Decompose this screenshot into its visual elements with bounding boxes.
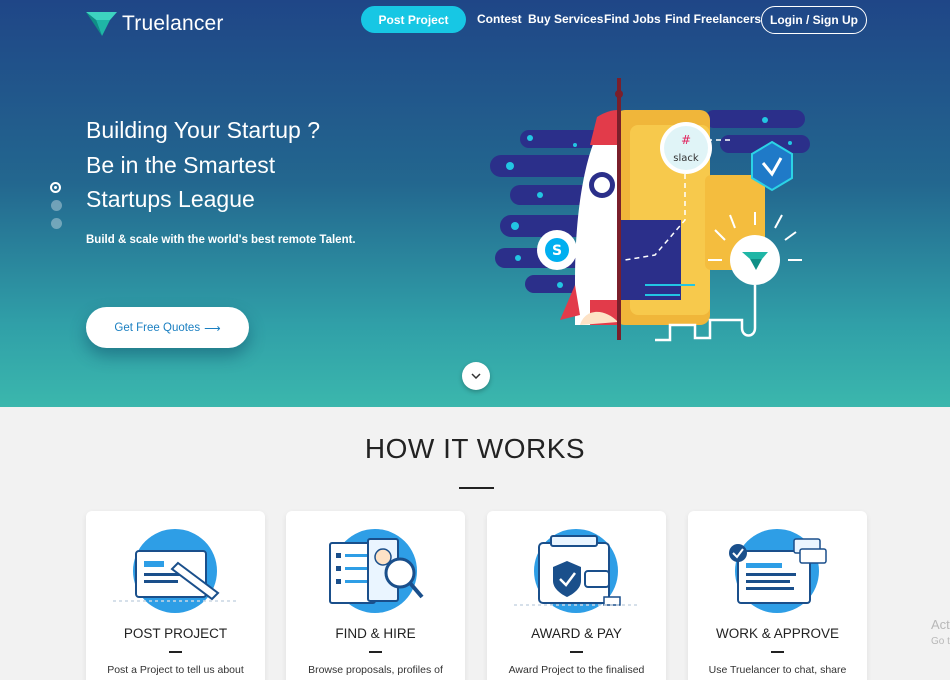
- step-description: Use Truelancer to chat, share: [708, 664, 847, 676]
- brand-logo[interactable]: Truelancer: [86, 11, 224, 37]
- how-it-works-heading: HOW IT WORKS: [364, 433, 586, 464]
- startup-rocket-illustration: # slack S: [490, 78, 810, 342]
- truelancer-logo-icon: [86, 12, 117, 36]
- step-divider: [771, 651, 784, 653]
- step-divider: [369, 651, 382, 653]
- hero-banner: Truelancer Post Project Contest Buy Serv…: [0, 0, 950, 407]
- slide-dot-2[interactable]: [51, 200, 62, 211]
- nav-link-find-freelancers[interactable]: Find Freelancers: [665, 12, 761, 26]
- watermark-line-2: Go t: [931, 636, 950, 647]
- top-navbar: Truelancer Post Project Contest Buy Serv…: [0, 0, 950, 40]
- step-divider: [169, 651, 182, 653]
- slack-label: slack: [673, 153, 699, 164]
- login-signup-button[interactable]: Login / Sign Up: [761, 6, 867, 34]
- award-pay-illustration-icon: [514, 529, 639, 613]
- post-project-button[interactable]: Post Project: [361, 6, 466, 33]
- nav-link-find-jobs[interactable]: Find Jobs: [604, 12, 661, 26]
- nav-link-buy-services[interactable]: Buy Services: [528, 12, 603, 26]
- brand-name: Truelancer: [122, 12, 224, 35]
- nav-link-contest[interactable]: Contest: [477, 12, 522, 26]
- step-description: Post a Project to tell us about: [107, 664, 244, 676]
- step-card-award-pay[interactable]: AWARD & PAY Award Project to the finalis…: [487, 511, 666, 680]
- slide-dot-1[interactable]: [50, 182, 61, 193]
- step-description: Award Project to the finalised: [508, 664, 645, 676]
- step-title: POST PROJECT: [123, 626, 228, 641]
- arrow-right-icon: ⟶: [204, 322, 221, 335]
- step-title: WORK & APPROVE: [715, 626, 840, 641]
- step-divider: [570, 651, 583, 653]
- heading-divider: [459, 487, 494, 489]
- step-card-post-project[interactable]: POST PROJECT Post a Project to tell us a…: [86, 511, 265, 680]
- watermark-line-1: Act: [931, 617, 950, 632]
- chevron-down-icon: [471, 373, 481, 379]
- activation-watermark: Act Go t: [931, 616, 950, 650]
- step-card-find-hire[interactable]: FIND & HIRE Browse proposals, profiles o…: [286, 511, 465, 680]
- cta-label: Get Free Quotes: [114, 321, 201, 334]
- hero-title-line-3: Startups League: [86, 186, 255, 212]
- post-project-illustration-icon: [113, 529, 238, 613]
- work-approve-illustration-icon: [729, 529, 827, 613]
- hero-subtitle: Build & scale with the world's best remo…: [86, 234, 356, 246]
- scroll-down-button[interactable]: [462, 362, 490, 390]
- svg-text:#: #: [681, 133, 691, 147]
- find-hire-illustration-icon: [329, 529, 424, 613]
- hero-title-line-1: Building Your Startup ?: [86, 117, 321, 143]
- slide-dot-3[interactable]: [51, 218, 62, 229]
- svg-text:S: S: [552, 243, 562, 259]
- step-title: AWARD & PAY: [531, 626, 622, 641]
- get-free-quotes-button[interactable]: Get Free Quotes ⟶: [86, 307, 249, 348]
- step-title: FIND & HIRE: [335, 626, 416, 641]
- hero-title-line-2: Be in the Smartest: [86, 151, 276, 178]
- step-description: Browse proposals, profiles of: [308, 664, 443, 676]
- step-card-work-approve[interactable]: WORK & APPROVE Use Truelancer to chat, s…: [688, 511, 867, 680]
- hero-title: Building Your Startup ? Be in the Smarte…: [86, 113, 320, 217]
